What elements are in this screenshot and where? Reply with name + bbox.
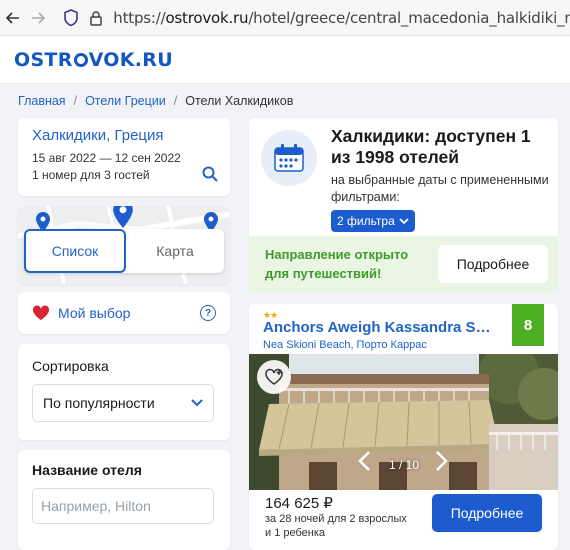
chevron-left-icon	[358, 451, 370, 471]
hotel-name-filter-card: Название отеля	[18, 450, 230, 550]
sort-card: Сортировка По популярности	[18, 344, 230, 440]
chevron-down-icon	[399, 217, 409, 224]
view-toggle: Список Карта	[24, 229, 224, 273]
filters-button[interactable]: 2 фильтра	[331, 210, 415, 232]
shield-icon[interactable]	[63, 8, 79, 27]
banner-details-button[interactable]: Подробнее	[438, 245, 548, 283]
photo-next-button[interactable]	[435, 450, 449, 479]
search-icon[interactable]	[202, 166, 218, 182]
hotel-name-filter-title: Название отеля	[32, 462, 142, 478]
hotel-name-link[interactable]: Anchors Aweigh Kassandra Se...	[263, 319, 493, 336]
breadcrumb-separator: /	[173, 94, 178, 108]
chevron-right-icon	[436, 451, 448, 471]
arrow-right-icon	[32, 11, 46, 24]
url-field[interactable]: https://ostrovok.ru/hotel/greece/central…	[113, 9, 570, 27]
hotel-name-input[interactable]	[32, 488, 214, 524]
guests-text: 1 номер для 3 гостей	[32, 168, 150, 182]
back-button[interactable]	[0, 0, 26, 36]
calendar-icon	[261, 130, 317, 186]
map-view-tab[interactable]: Карта	[126, 229, 224, 273]
search-summary-card[interactable]: Халкидики, Греция 15 авг 2022 — 12 сен 2…	[18, 118, 230, 196]
arrow-left-icon	[5, 11, 19, 24]
price-details: за 28 ночей для 2 взрослых и 1 ребенка	[265, 513, 407, 539]
filters-label: 2 фильтра	[337, 214, 395, 228]
travel-open-banner: Направление открыто для путешествий! Под…	[249, 236, 558, 292]
forward-button[interactable]	[26, 0, 52, 36]
url-path: /hotel/greece/central_macedonia_halkidik…	[248, 8, 570, 27]
availability-title: Халкидики: доступен 1 из 1998 отелей	[331, 126, 531, 167]
breadcrumb-home[interactable]: Главная	[18, 94, 66, 108]
breadcrumb-greece[interactable]: Отели Греции	[85, 94, 166, 108]
logo-text-right: VOK.RU	[88, 48, 173, 71]
dates-text: 15 авг 2022 — 12 сен 2022	[32, 151, 181, 165]
logo-text-left: OSTR	[14, 48, 73, 71]
map-pin-icon	[113, 206, 133, 228]
lock-icon[interactable]	[89, 10, 103, 26]
hotel-photo[interactable]: 1 / 10	[249, 354, 558, 490]
destination-text: Халкидики, Греция	[32, 127, 164, 144]
url-host: ostrovok.ru	[165, 8, 249, 27]
availability-card: Халкидики: доступен 1 из 1998 отелей на …	[249, 118, 558, 236]
url-prefix: https://	[113, 8, 166, 27]
site-header: OSTR VOK.RU	[0, 36, 570, 84]
hotel-price: 164 625 ₽	[265, 495, 333, 512]
rating-badge: 8	[512, 304, 544, 346]
photo-prev-button[interactable]	[357, 450, 371, 479]
list-view-tab[interactable]: Список	[24, 229, 126, 273]
map-preview: Список Карта	[18, 206, 230, 284]
favorites-label: Мой выбор	[58, 305, 131, 321]
sort-select[interactable]: По популярности	[32, 384, 214, 422]
hotel-details-button[interactable]: Подробнее	[432, 494, 542, 532]
availability-subtitle: на выбранные даты с примененными фильтра…	[331, 173, 549, 204]
hotel-card[interactable]: ★★ Anchors Aweigh Kassandra Se... Nea Sk…	[249, 304, 558, 550]
add-to-favorites-button[interactable]	[257, 360, 291, 394]
browser-toolbar: https://ostrovok.ru/hotel/greece/central…	[0, 0, 570, 36]
sort-title: Сортировка	[32, 358, 109, 374]
logo-ring-icon	[73, 52, 88, 67]
breadcrumb: Главная / Отели Греции / Отели Халкидико…	[18, 94, 293, 108]
sort-selected-value: По популярности	[43, 395, 155, 411]
heart-plus-icon	[265, 368, 283, 385]
hotel-location[interactable]: Nea Skioni Beach, Порто Каррас	[263, 339, 427, 351]
help-icon[interactable]: ?	[200, 305, 216, 321]
favorites-card[interactable]: Мой выбор ?	[18, 292, 230, 334]
heart-icon	[32, 305, 50, 320]
breadcrumb-separator: /	[73, 94, 78, 108]
banner-text: Направление открыто для путешествий!	[265, 247, 409, 281]
photo-counter: 1 / 10	[389, 458, 420, 472]
chevron-down-icon	[191, 399, 203, 407]
ostrovok-logo[interactable]: OSTR VOK.RU	[14, 49, 173, 71]
breadcrumb-current: Отели Халкидиков	[185, 94, 294, 108]
